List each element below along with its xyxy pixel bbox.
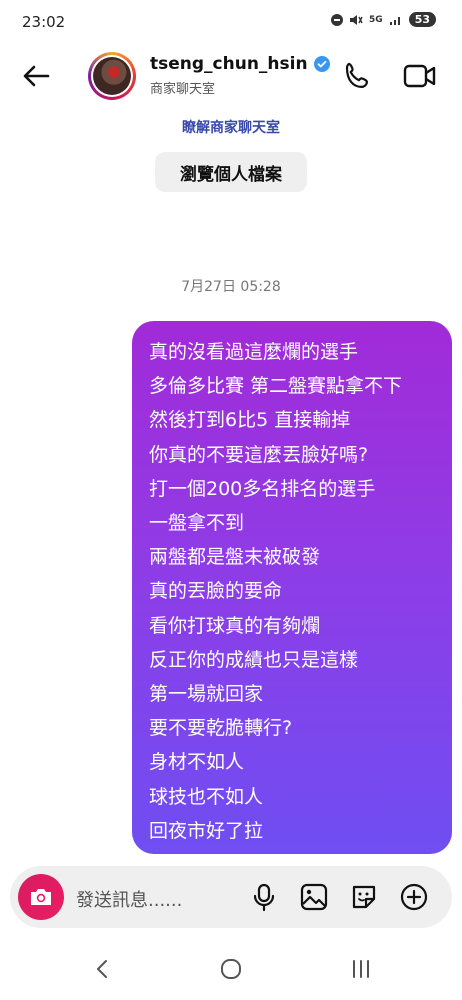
message-line: 然後打到6比5 直接輸掉 <box>149 409 351 432</box>
message-composer: 發送訊息...... <box>10 866 452 928</box>
sent-message-bubble[interactable]: 真的沒看過這麼爛的選手 多倫多比賽 第二盤賽點拿不下 然後打到6比5 直接輸掉 … <box>132 321 452 854</box>
message-line: 身材不如人 <box>149 751 245 774</box>
message-line: 兩盤都是盤末被破發 <box>149 546 321 569</box>
network-label: 5G <box>369 14 383 25</box>
message-line: 多倫多比賽 第二盤賽點拿不下 <box>149 375 403 398</box>
message-line: 反正你的成績也只是這樣 <box>149 648 359 671</box>
microphone-icon[interactable] <box>248 881 280 913</box>
avatar-photo <box>93 57 131 95</box>
camera-icon <box>31 889 51 905</box>
battery-indicator: 53 <box>408 12 436 27</box>
message-line: 要不要乾脆轉行? <box>149 717 293 740</box>
message-line: 一盤拿不到 <box>149 512 245 535</box>
message-line: 看你打球真的有夠爛 <box>149 614 321 637</box>
camera-button[interactable] <box>18 874 64 920</box>
avatar[interactable] <box>88 52 136 100</box>
message-line: 真的沒看過這麼爛的選手 <box>149 341 359 363</box>
mute-icon <box>350 14 363 25</box>
account-type-label: 商家聊天室 <box>150 82 216 97</box>
status-time: 23:02 <box>22 13 66 31</box>
add-icon[interactable] <box>398 881 430 913</box>
message-line: 球技也不如人 <box>149 785 264 808</box>
verified-badge-icon <box>313 56 330 72</box>
video-camera-icon[interactable] <box>400 58 440 94</box>
status-icons: 5G 53 <box>331 12 436 27</box>
message-line: 真的丟臉的要命 <box>149 580 283 603</box>
message-line: 打一個200多名排名的選手 <box>149 477 376 500</box>
nav-home-icon[interactable] <box>216 954 246 984</box>
view-profile-button[interactable]: 瀏覽個人檔案 <box>155 152 307 192</box>
nav-back-icon[interactable] <box>88 954 118 984</box>
chat-header: tseng_chun_hsin 商家聊天室 <box>0 44 462 108</box>
message-timestamp: 7月27日 05:28 <box>181 279 281 295</box>
learn-business-chat-link[interactable]: 瞭解商家聊天室 <box>0 117 462 137</box>
nav-recents-icon[interactable] <box>346 954 376 984</box>
back-arrow-icon[interactable] <box>18 58 54 94</box>
do-not-disturb-icon <box>331 13 344 26</box>
message-line: 回夜市好了拉 <box>149 819 264 842</box>
username-row[interactable]: tseng_chun_hsin <box>150 54 330 74</box>
sticker-icon[interactable] <box>348 881 380 913</box>
status-bar: 23:02 5G 53 <box>0 0 462 44</box>
image-icon[interactable] <box>298 881 330 913</box>
phone-icon[interactable] <box>340 58 376 94</box>
username: tseng_chun_hsin <box>150 54 308 74</box>
signal-icon <box>389 16 400 25</box>
system-nav-bar <box>0 940 462 1000</box>
message-line: 你真的不要這麼丟臉好嗎? <box>149 443 369 466</box>
message-line: 第一場就回家 <box>149 683 264 706</box>
message-input[interactable]: 發送訊息...... <box>76 886 182 912</box>
